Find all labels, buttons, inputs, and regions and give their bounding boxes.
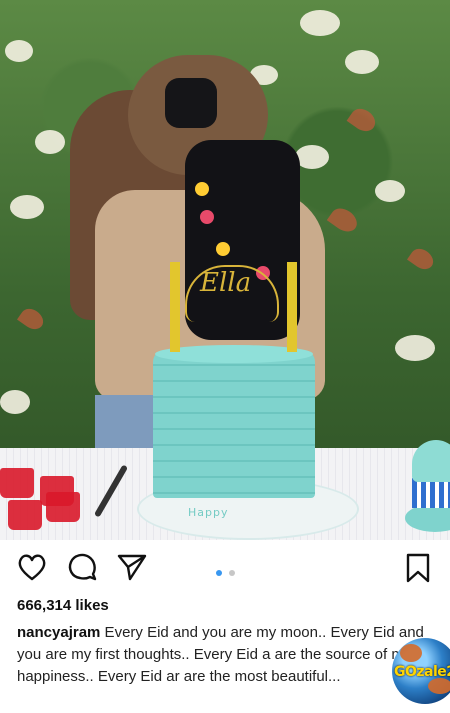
badge-smiley (216, 242, 230, 256)
leaf (17, 304, 47, 334)
heart-icon[interactable] (16, 552, 48, 587)
jelly-cup (8, 500, 42, 530)
carousel-indicator (216, 563, 238, 581)
cake-topper-text: Ella (200, 268, 252, 298)
likes-count[interactable]: 666,314 likes (17, 597, 109, 614)
jelly-cup (0, 468, 34, 498)
flower (295, 145, 329, 169)
leaf (346, 104, 380, 136)
flower (0, 390, 30, 414)
flower (375, 180, 405, 202)
flower (5, 40, 33, 62)
caption-username[interactable]: nancyajram (17, 624, 100, 641)
cupcake-base (412, 478, 450, 508)
flower (10, 195, 44, 219)
comment-icon[interactable] (66, 552, 98, 587)
post-photo[interactable]: Happy Ella (0, 0, 450, 540)
leaf (407, 244, 437, 274)
leaf (326, 203, 362, 237)
cake-board-text: Happy (188, 506, 229, 519)
watermark-text: GOzale24 (394, 664, 450, 680)
flower (35, 130, 65, 154)
globe-land (400, 644, 422, 662)
badge (200, 210, 214, 224)
cupcake-frosting (412, 440, 450, 482)
candle (287, 262, 297, 352)
flower (345, 50, 379, 74)
candle (170, 262, 180, 352)
flower (395, 335, 435, 361)
bookmark-icon[interactable] (404, 552, 432, 589)
badge-smiley (195, 182, 209, 196)
share-icon[interactable] (116, 552, 148, 587)
caption: nancyajram Every Eid and you are my moon… (17, 622, 447, 688)
watermark-logo: GOzale24 (392, 638, 450, 704)
cake (153, 350, 315, 498)
carousel-dot (229, 570, 236, 576)
globe-land (428, 678, 450, 694)
carousel-dot-active (216, 570, 222, 576)
flower (300, 10, 340, 36)
girl-mask (165, 78, 217, 128)
jelly-cup (46, 492, 80, 522)
